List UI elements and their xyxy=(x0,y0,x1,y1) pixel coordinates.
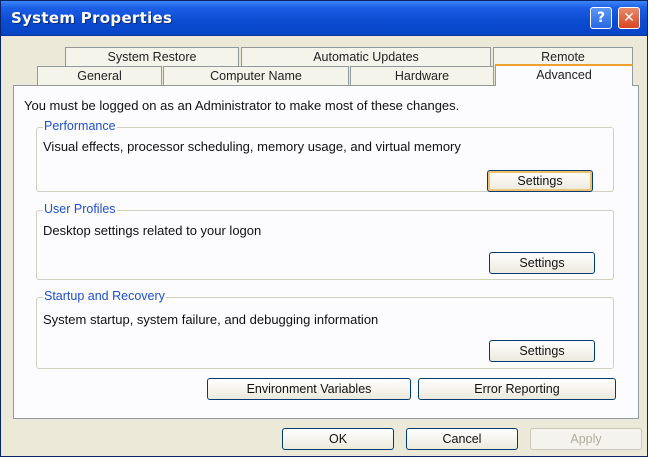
startup-recovery-settings-button[interactable]: Settings xyxy=(489,340,595,362)
apply-button[interactable]: Apply xyxy=(530,428,642,450)
tab-system-restore[interactable]: System Restore xyxy=(65,47,239,66)
performance-group-title: Performance xyxy=(43,119,117,133)
user-profiles-description: Desktop settings related to your logon xyxy=(43,223,262,238)
tab-computer-name[interactable]: Computer Name xyxy=(163,66,349,85)
startup-recovery-group: Startup and Recovery System startup, sys… xyxy=(36,289,614,369)
tab-automatic-updates[interactable]: Automatic Updates xyxy=(241,47,491,66)
performance-description: Visual effects, processor scheduling, me… xyxy=(43,139,461,154)
ok-button[interactable]: OK xyxy=(282,428,394,450)
performance-group: Performance Visual effects, processor sc… xyxy=(36,119,614,192)
error-reporting-button[interactable]: Error Reporting xyxy=(418,378,616,400)
tab-hardware[interactable]: Hardware xyxy=(350,66,494,85)
user-profiles-group: User Profiles Desktop settings related t… xyxy=(36,202,614,280)
startup-recovery-description: System startup, system failure, and debu… xyxy=(43,312,379,327)
cancel-button[interactable]: Cancel xyxy=(406,428,518,450)
system-properties-dialog: System Properties ? ✕ System Restore Aut… xyxy=(0,0,648,457)
performance-settings-button[interactable]: Settings xyxy=(487,170,593,192)
advanced-tab-panel: You must be logged on as an Administrato… xyxy=(13,85,639,419)
tab-advanced[interactable]: Advanced xyxy=(495,64,633,86)
close-icon[interactable]: ✕ xyxy=(618,7,640,29)
window-title: System Properties xyxy=(11,9,173,27)
help-icon[interactable]: ? xyxy=(590,7,612,29)
title-bar[interactable]: System Properties ? ✕ xyxy=(1,1,647,36)
startup-recovery-group-title: Startup and Recovery xyxy=(43,289,166,303)
admin-note: You must be logged on as an Administrato… xyxy=(24,98,460,113)
environment-variables-button[interactable]: Environment Variables xyxy=(207,378,411,400)
user-profiles-settings-button[interactable]: Settings xyxy=(489,252,595,274)
user-profiles-group-title: User Profiles xyxy=(43,202,117,216)
tab-general[interactable]: General xyxy=(37,66,162,85)
